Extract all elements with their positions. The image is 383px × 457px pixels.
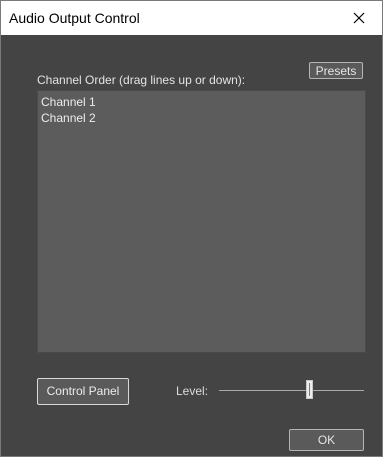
level-label: Level: bbox=[176, 384, 209, 398]
window-title: Audio Output Control bbox=[9, 10, 140, 26]
audio-output-control-dialog: Audio Output Control Presets Channel Ord… bbox=[0, 0, 383, 457]
ok-button[interactable]: OK bbox=[289, 429, 364, 451]
channel-order-label: Channel Order (drag lines up or down): bbox=[37, 73, 246, 87]
close-icon bbox=[353, 12, 365, 24]
control-panel-button[interactable]: Control Panel bbox=[37, 378, 129, 405]
presets-button[interactable]: Presets bbox=[309, 62, 363, 79]
close-button[interactable] bbox=[336, 1, 382, 35]
level-slider-track[interactable] bbox=[219, 390, 364, 391]
channel-list-item[interactable]: Channel 2 bbox=[41, 111, 96, 125]
title-bar: Audio Output Control bbox=[1, 1, 382, 35]
channel-list-item[interactable]: Channel 1 bbox=[41, 95, 96, 109]
channel-order-list[interactable]: Channel 1 Channel 2 bbox=[37, 90, 366, 353]
level-slider-thumb[interactable] bbox=[306, 380, 313, 399]
